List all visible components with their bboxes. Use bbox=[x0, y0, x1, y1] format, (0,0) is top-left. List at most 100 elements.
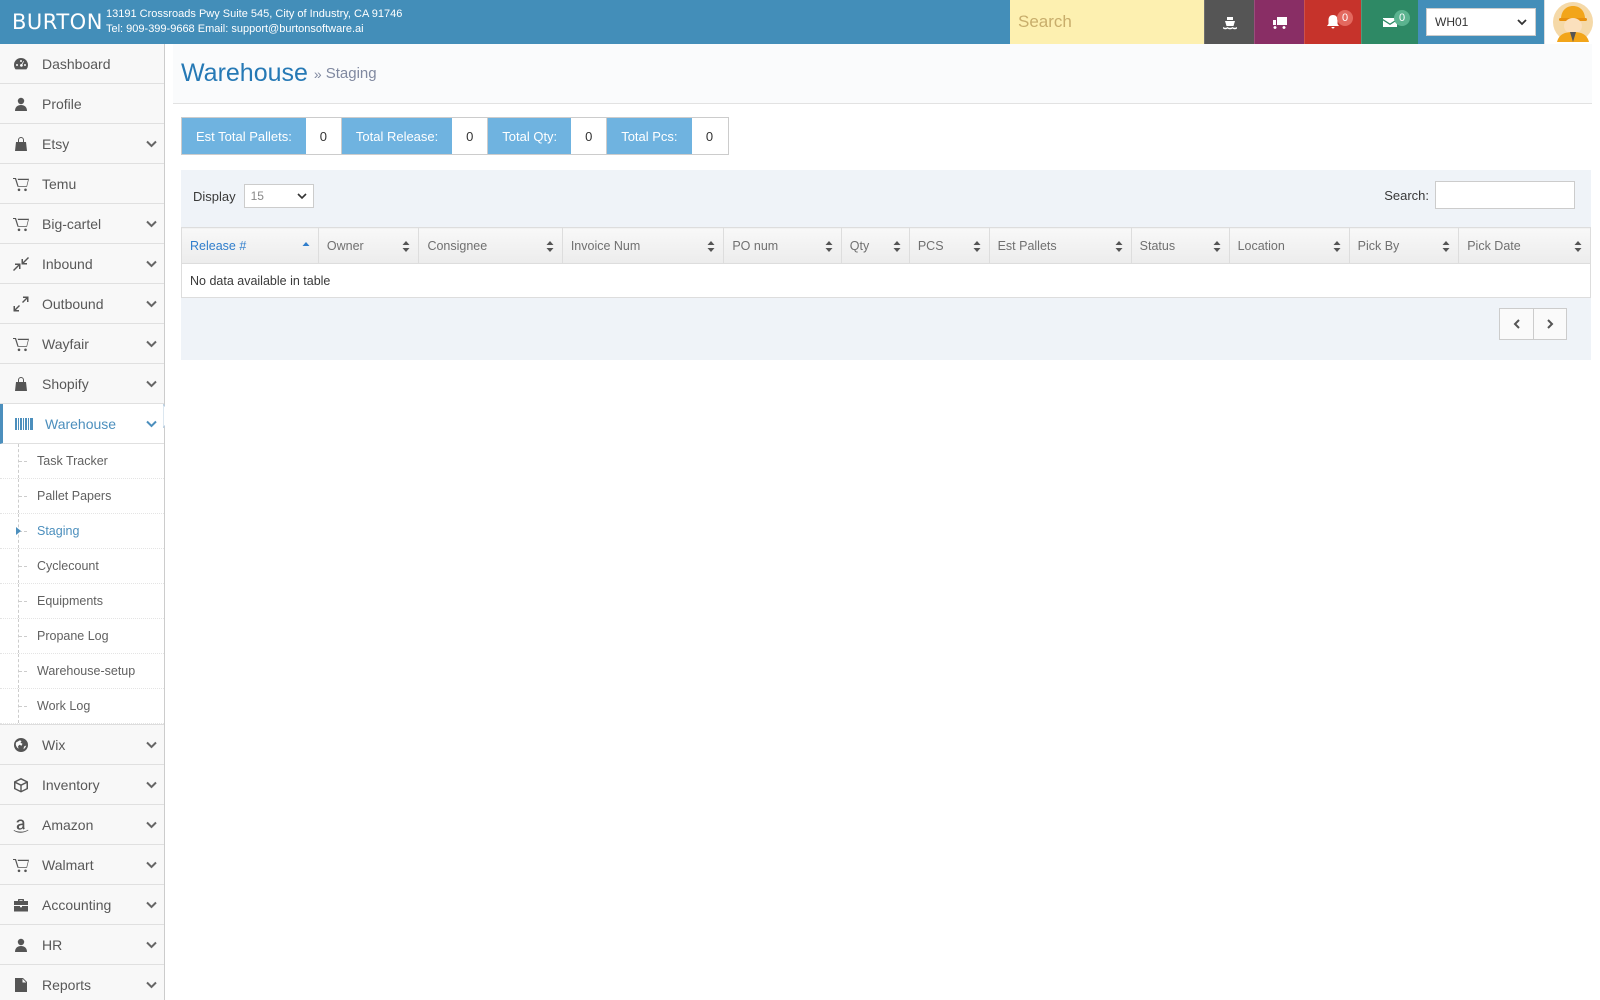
column-label: Pick By bbox=[1357, 238, 1400, 253]
column-header-owner[interactable]: Owner bbox=[317, 227, 420, 264]
warehouse-select[interactable]: WH01 bbox=[1426, 8, 1536, 36]
sort-icon bbox=[893, 241, 901, 252]
chevron-down-icon bbox=[138, 779, 164, 790]
sidebar-item-outbound[interactable]: Outbound bbox=[0, 284, 164, 324]
sidebar-item-etsy[interactable]: Etsy bbox=[0, 124, 164, 164]
column-header-status[interactable]: Status bbox=[1130, 227, 1230, 264]
ship-button[interactable] bbox=[1204, 0, 1254, 44]
sidebar-item-hr[interactable]: HR bbox=[0, 925, 164, 965]
user-avatar[interactable] bbox=[1544, 0, 1600, 44]
sort-icon bbox=[1574, 241, 1582, 252]
shopping-bag-icon bbox=[0, 136, 42, 152]
column-header-pick-date[interactable]: Pick Date bbox=[1458, 227, 1591, 264]
page-header: Warehouse » Staging bbox=[173, 44, 1592, 104]
amazon-icon bbox=[0, 817, 42, 833]
brand-logo[interactable]: BURTON bbox=[0, 10, 104, 34]
sidebar-item-amazon[interactable]: Amazon bbox=[0, 805, 164, 845]
submenu-item-propane-log[interactable]: Propane Log bbox=[0, 619, 164, 654]
table-search-input[interactable] bbox=[1435, 181, 1575, 209]
column-header-po-num[interactable]: PO num bbox=[723, 227, 842, 264]
column-header-est-pallets[interactable]: Est Pallets bbox=[988, 227, 1132, 264]
page-length-select[interactable]: 15 bbox=[243, 184, 314, 208]
sidebar-item-label: Wayfair bbox=[42, 335, 89, 352]
sidebar-item-accounting[interactable]: Accounting bbox=[0, 885, 164, 925]
compress-icon bbox=[0, 256, 42, 272]
barcode-icon bbox=[3, 416, 45, 432]
truck-button[interactable] bbox=[1254, 0, 1304, 44]
column-label: Release # bbox=[190, 238, 247, 253]
sidebar-item-big-cartel[interactable]: Big-cartel bbox=[0, 204, 164, 244]
empty-table-message: No data available in table bbox=[181, 263, 1591, 298]
main-content: Warehouse » Staging Est Total Pallets: 0… bbox=[165, 44, 1600, 1000]
staging-table: Release # Owner Consignee Invoice Num PO… bbox=[181, 227, 1591, 298]
submenu-item-equipments[interactable]: Equipments bbox=[0, 584, 164, 619]
sidebar-item-shopify[interactable]: Shopify bbox=[0, 364, 164, 404]
sidebar-item-label: Etsy bbox=[42, 135, 70, 152]
chevron-down-icon bbox=[138, 939, 164, 950]
sidebar-item-warehouse[interactable]: Warehouse bbox=[0, 404, 164, 444]
sidebar-item-label: Amazon bbox=[42, 816, 94, 833]
messages-button[interactable]: 0 bbox=[1361, 0, 1418, 44]
sidebar-item-temu[interactable]: Temu bbox=[0, 164, 164, 204]
sort-icon bbox=[1333, 241, 1341, 252]
est-total-pallets-value: 0 bbox=[305, 118, 342, 154]
column-header-pcs[interactable]: PCS bbox=[908, 227, 990, 264]
total-pcs-label: Total Pcs: bbox=[607, 118, 692, 154]
shopping-bag-icon bbox=[0, 376, 42, 392]
column-header-location[interactable]: Location bbox=[1228, 227, 1350, 264]
chevron-down-icon bbox=[138, 138, 164, 149]
sidebar-item-walmart[interactable]: Walmart bbox=[0, 845, 164, 885]
submenu-item-task-tracker[interactable]: Task Tracker bbox=[0, 444, 164, 479]
sidebar-item-label: Shopify bbox=[42, 375, 89, 392]
notifications-badge: 0 bbox=[1337, 10, 1353, 26]
sort-asc-icon bbox=[302, 242, 310, 246]
contact-line: Tel: 909-399-9668 Email: support@burtons… bbox=[106, 23, 364, 35]
chevron-left-icon bbox=[1513, 319, 1520, 329]
sort-icon bbox=[546, 241, 554, 252]
sidebar-item-inbound[interactable]: Inbound bbox=[0, 244, 164, 284]
sidebar-item-label: Wix bbox=[42, 736, 66, 753]
submenu-item-pallet-papers[interactable]: Pallet Papers bbox=[0, 479, 164, 514]
notifications-button[interactable]: 0 bbox=[1304, 0, 1361, 44]
submenu-item-work-log[interactable]: Work Log bbox=[0, 689, 164, 724]
cart-icon bbox=[0, 176, 42, 192]
user-icon bbox=[0, 937, 42, 953]
global-search[interactable] bbox=[1010, 0, 1204, 44]
sidebar-item-label: Inventory bbox=[42, 776, 100, 793]
column-header-consignee[interactable]: Consignee bbox=[418, 227, 563, 264]
chevron-down-icon bbox=[138, 418, 164, 429]
sidebar-item-reports[interactable]: Reports bbox=[0, 965, 164, 1000]
sidebar-item-label: Outbound bbox=[42, 295, 104, 312]
warehouse-submenu: Task Tracker Pallet Papers Staging Cycle… bbox=[0, 444, 164, 725]
globe-icon bbox=[0, 737, 42, 753]
submenu-item-cyclecount[interactable]: Cyclecount bbox=[0, 549, 164, 584]
chevron-down-icon bbox=[138, 338, 164, 349]
column-header-pick-by[interactable]: Pick By bbox=[1348, 227, 1460, 264]
chevron-down-icon bbox=[138, 258, 164, 269]
sidebar-item-label: Temu bbox=[42, 175, 77, 192]
chevron-down-icon bbox=[138, 378, 164, 389]
column-header-qty[interactable]: Qty bbox=[840, 227, 910, 264]
submenu-item-warehouse-setup[interactable]: Warehouse-setup bbox=[0, 654, 164, 689]
total-pcs-value: 0 bbox=[691, 118, 728, 154]
previous-page-button[interactable] bbox=[1500, 309, 1533, 339]
sidebar-item-dashboard[interactable]: Dashboard bbox=[0, 44, 164, 84]
table-search-label: Search: bbox=[1384, 187, 1429, 203]
sidebar-item-wayfair[interactable]: Wayfair bbox=[0, 324, 164, 364]
submenu-item-staging[interactable]: Staging bbox=[0, 514, 164, 549]
sidebar-item-profile[interactable]: Profile bbox=[0, 84, 164, 124]
chevron-down-icon bbox=[138, 899, 164, 910]
sidebar-item-inventory[interactable]: Inventory bbox=[0, 765, 164, 805]
sidebar-item-wix[interactable]: Wix bbox=[0, 725, 164, 765]
sidebar-item-label: Reports bbox=[42, 976, 92, 993]
sort-icon bbox=[1115, 241, 1123, 252]
column-header-invoice-num[interactable]: Invoice Num bbox=[561, 227, 725, 264]
page-subtitle: Staging bbox=[325, 65, 377, 82]
column-label: Invoice Num bbox=[570, 238, 641, 253]
column-header-release-num[interactable]: Release # bbox=[181, 227, 319, 264]
ship-icon bbox=[1222, 17, 1237, 30]
staging-table-panel: Display 15 Search: Release # Owner Consi… bbox=[181, 170, 1591, 360]
next-page-button[interactable] bbox=[1533, 309, 1566, 339]
column-label: Status bbox=[1139, 238, 1176, 253]
global-search-input[interactable] bbox=[1010, 0, 1204, 44]
